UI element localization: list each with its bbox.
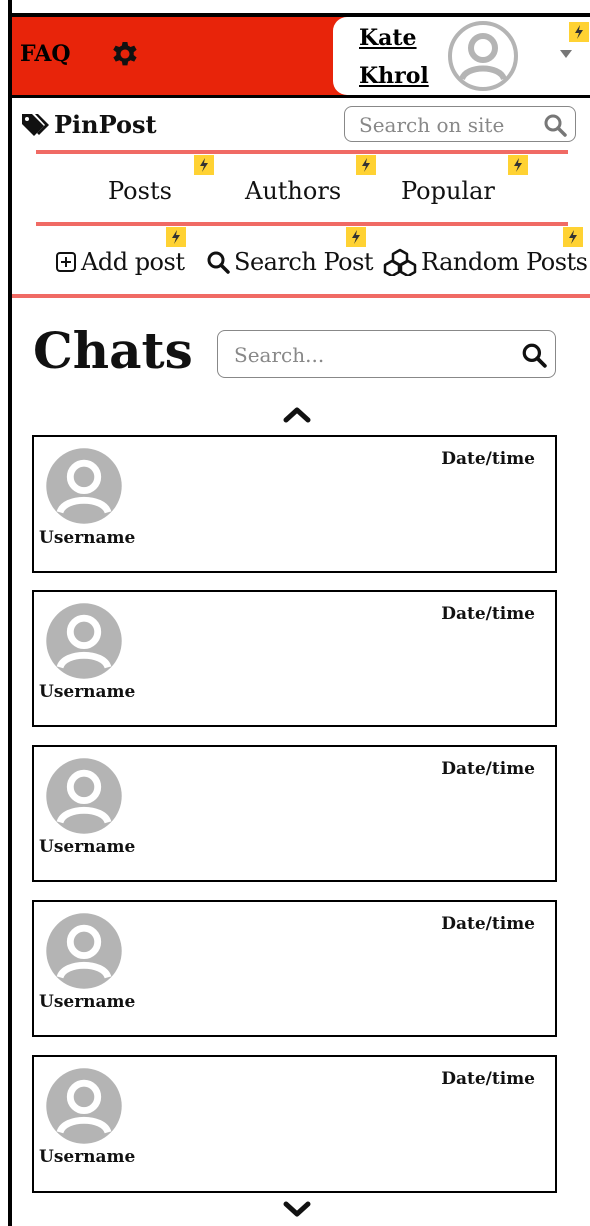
page-frame: FAQ Kate Khrol PinPost Posts Authors Pop… (0, 0, 590, 1226)
nav-popular[interactable]: Popular (401, 177, 495, 205)
chat-search-box[interactable] (217, 330, 556, 378)
avatar-icon (44, 601, 124, 681)
random-posts-button[interactable]: Random Posts (383, 248, 588, 276)
chat-search-input[interactable] (232, 341, 506, 369)
brand-name: PinPost (54, 110, 157, 139)
nav-authors[interactable]: Authors (245, 177, 341, 205)
search-icon[interactable] (543, 113, 567, 141)
search-icon[interactable] (521, 342, 547, 372)
faq-link[interactable]: FAQ (20, 41, 71, 67)
chat-username: Username (39, 1147, 136, 1167)
cubes-icon (383, 248, 417, 276)
chat-username: Username (39, 682, 136, 702)
chat-username: Username (39, 992, 136, 1012)
plus-square-icon (56, 252, 76, 272)
dropdown-caret-icon[interactable] (560, 50, 572, 58)
add-post-button[interactable]: Add post (55, 248, 185, 276)
chat-list-item[interactable]: Username Date/time (32, 435, 557, 573)
left-border (8, 0, 12, 1226)
chat-list-item[interactable]: Username Date/time (32, 745, 557, 882)
site-search-input[interactable] (357, 112, 531, 138)
chat-datetime: Date/time (441, 1069, 535, 1089)
lightning-icon (356, 155, 376, 175)
nav-posts[interactable]: Posts (108, 177, 172, 205)
avatar-icon (44, 756, 124, 836)
divider (36, 222, 568, 226)
chat-username: Username (39, 528, 136, 548)
top-header: FAQ Kate Khrol (12, 17, 590, 98)
user-menu[interactable]: Kate Khrol (333, 17, 590, 95)
add-post-label: Add post (81, 248, 185, 276)
lightning-icon (569, 22, 589, 42)
site-search-box[interactable] (344, 106, 576, 142)
chat-datetime: Date/time (441, 604, 535, 624)
chevron-down-icon[interactable] (282, 1200, 312, 1224)
gear-icon[interactable] (108, 37, 142, 71)
chat-list-item[interactable]: Username Date/time (32, 900, 557, 1037)
random-posts-label: Random Posts (421, 248, 588, 276)
search-post-label: Search Post (234, 248, 374, 276)
search-icon (207, 251, 230, 274)
lightning-icon (508, 155, 528, 175)
avatar-icon (44, 1066, 124, 1146)
search-post-button[interactable]: Search Post (206, 248, 374, 276)
divider (36, 150, 568, 154)
user-avatar-icon[interactable] (448, 21, 518, 91)
avatar-icon (44, 911, 124, 991)
chat-datetime: Date/time (441, 759, 535, 779)
chat-datetime: Date/time (441, 914, 535, 934)
avatar-icon (44, 446, 124, 526)
chat-list-item[interactable]: Username Date/time (32, 590, 557, 727)
chat-datetime: Date/time (441, 449, 535, 469)
chat-list-item[interactable]: Username Date/time (32, 1055, 557, 1193)
lightning-icon (194, 155, 214, 175)
brand[interactable]: PinPost (20, 110, 157, 139)
lightning-icon (346, 227, 366, 247)
tags-icon (22, 113, 49, 136)
page-title: Chats (33, 321, 193, 380)
chevron-up-icon[interactable] (282, 404, 312, 428)
divider (12, 294, 590, 298)
lightning-icon (563, 227, 583, 247)
chat-username: Username (39, 837, 136, 857)
lightning-icon (166, 227, 186, 247)
